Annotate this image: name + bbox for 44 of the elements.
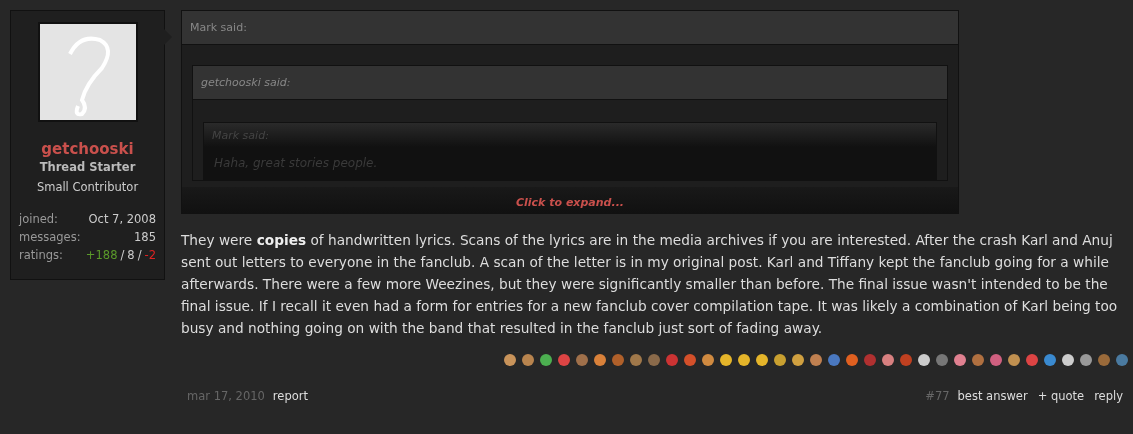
reaction-icon[interactable] bbox=[881, 353, 895, 367]
stat-value: 185 bbox=[134, 230, 156, 244]
quote-author: Mark said: bbox=[182, 11, 958, 45]
action-link[interactable]: + quote bbox=[1037, 389, 1085, 403]
separator: / bbox=[120, 248, 125, 262]
report-link[interactable]: report bbox=[272, 389, 308, 403]
reaction-icon[interactable] bbox=[503, 353, 517, 367]
stat-label: joined: bbox=[19, 212, 58, 226]
reaction-icon[interactable] bbox=[593, 353, 607, 367]
post-number: #77 bbox=[925, 389, 950, 403]
username: getchooski bbox=[41, 140, 134, 158]
stat-label: messages: bbox=[19, 230, 81, 244]
post-text: They were copies of handwritten lyrics. Scans of the lyrics are in the media archives if you are interested. After the crash Karl and Anuj sent out letters to everyone in the fanclub. A scan of the letter is in my original post. Karl and Tiffany kept the fanclub going for a while afterwards. There were a few more Weezines, but they were significantly smaller than before. The final issue wasn't intended to be the final issue. If I recall it even had a form for entries for a new fanclub cover compilation tape. It was likely a combination of Karl being too busy and nothing going on with the band that resulted in the fanclub just sort of fading away. bbox=[181, 231, 1119, 338]
reaction-icon[interactable] bbox=[1079, 353, 1093, 367]
expand-link[interactable]: Click to expand... bbox=[516, 196, 624, 209]
reaction-icon[interactable] bbox=[737, 353, 751, 367]
reaction-icon[interactable] bbox=[521, 353, 535, 367]
negative-rating: -2 bbox=[144, 248, 156, 262]
reaction-icon[interactable] bbox=[719, 353, 733, 367]
post-date: mar 17, 2010 bbox=[187, 389, 265, 403]
action-link[interactable]: reply bbox=[1094, 389, 1123, 403]
reaction-icon[interactable] bbox=[773, 353, 787, 367]
reaction-icon[interactable] bbox=[953, 353, 967, 367]
reaction-icon[interactable] bbox=[539, 353, 553, 367]
reaction-icon[interactable] bbox=[755, 353, 769, 367]
stat-label: ratings: bbox=[19, 248, 63, 262]
reaction-icon[interactable] bbox=[917, 353, 931, 367]
action-link[interactable]: best answer bbox=[957, 389, 1028, 403]
neutral-rating: 8 bbox=[127, 248, 135, 262]
quote-author: getchooski said: bbox=[193, 66, 947, 100]
separator: / bbox=[137, 248, 142, 262]
reaction-icon[interactable] bbox=[1043, 353, 1057, 367]
reaction-icon[interactable] bbox=[845, 353, 859, 367]
reaction-icon[interactable] bbox=[809, 353, 823, 367]
reaction-icon[interactable] bbox=[791, 353, 805, 367]
reaction-icon[interactable] bbox=[701, 353, 715, 367]
reaction-icon[interactable] bbox=[1007, 353, 1021, 367]
stat-value: Oct 7, 2008 bbox=[88, 212, 156, 226]
reaction-icon[interactable] bbox=[989, 353, 1003, 367]
user-title: Thread Starter bbox=[39, 160, 136, 174]
reaction-icon[interactable] bbox=[1061, 353, 1075, 367]
reaction-icon[interactable] bbox=[629, 353, 643, 367]
user-rank: Small Contributor bbox=[36, 180, 139, 194]
positive-rating: +188 bbox=[85, 248, 118, 262]
